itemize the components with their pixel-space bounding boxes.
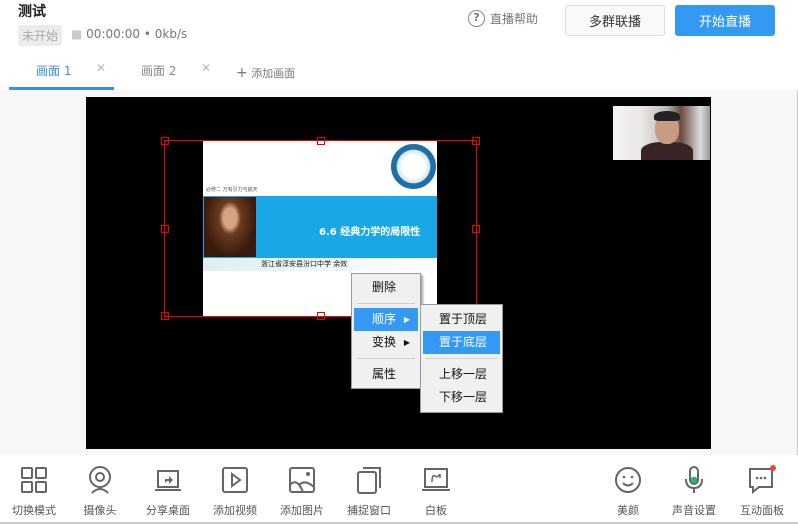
plus-icon: + bbox=[236, 65, 248, 81]
resize-handle[interactable] bbox=[161, 137, 169, 145]
bitrate: 0kb/s bbox=[154, 27, 188, 41]
whiteboard-icon bbox=[421, 465, 451, 495]
submenu-arrow-icon: ▶ bbox=[403, 338, 410, 347]
help-link[interactable]: ? 直播帮助 bbox=[468, 10, 538, 27]
switch-mode-button[interactable]: 切换模式 bbox=[2, 465, 66, 518]
add-scene-label: 添加画面 bbox=[251, 67, 296, 80]
status-line: ■ 00:00:00 • 0kb/s bbox=[71, 27, 188, 41]
resize-handle[interactable] bbox=[472, 137, 480, 145]
order-submenu: 置于顶层 置于底层 上移一层 下移一层 bbox=[420, 304, 503, 413]
tool-label: 白板 bbox=[425, 504, 447, 517]
menu-item-properties[interactable]: 属性 bbox=[354, 363, 418, 386]
page-title: 测试 bbox=[18, 4, 46, 20]
menu-item-order[interactable]: 顺序 ▶ bbox=[354, 308, 418, 331]
multi-group-broadcast-button[interactable]: 多群联播 bbox=[565, 5, 665, 36]
help-label: 直播帮助 bbox=[490, 12, 539, 26]
smile-icon bbox=[613, 465, 643, 495]
tool-label: 添加图片 bbox=[280, 504, 324, 517]
menu-item-move-down[interactable]: 下移一层 bbox=[423, 386, 500, 409]
menu-item-bring-to-front[interactable]: 置于顶层 bbox=[423, 308, 500, 331]
grid-icon bbox=[19, 465, 49, 495]
menu-item-transform[interactable]: 变换 ▶ bbox=[354, 331, 418, 354]
add-video-button[interactable]: 添加视频 bbox=[203, 465, 267, 518]
menu-item-send-to-back[interactable]: 置于底层 bbox=[423, 331, 500, 354]
selection-box[interactable] bbox=[161, 137, 480, 320]
video-icon bbox=[220, 465, 250, 495]
chat-icon bbox=[747, 465, 777, 495]
image-icon bbox=[287, 465, 317, 495]
interaction-panel-button[interactable]: 互动面板 bbox=[730, 465, 794, 518]
add-image-button[interactable]: 添加图片 bbox=[270, 465, 334, 518]
tool-label: 添加视频 bbox=[213, 504, 257, 517]
tool-label: 捕捉窗口 bbox=[347, 504, 391, 517]
resize-handle[interactable] bbox=[316, 312, 325, 320]
capture-window-button[interactable]: 捕捉窗口 bbox=[337, 465, 401, 518]
resize-handle[interactable] bbox=[161, 224, 169, 233]
camera-icon bbox=[85, 465, 115, 495]
tool-label: 互动面板 bbox=[740, 504, 784, 517]
tool-label: 美颜 bbox=[617, 504, 639, 517]
transform-label: 变换 bbox=[372, 335, 397, 349]
tab-scene-1[interactable]: 画面 1 bbox=[36, 62, 71, 79]
tool-label: 切换模式 bbox=[12, 504, 56, 517]
status-badge: 未开始 bbox=[18, 25, 63, 46]
order-label: 顺序 bbox=[372, 312, 397, 326]
close-tab-2-icon[interactable]: ✕ bbox=[201, 61, 211, 75]
resize-handle[interactable] bbox=[161, 312, 169, 320]
tab-scene-2[interactable]: 画面 2 bbox=[141, 62, 176, 79]
tool-label: 摄像头 bbox=[83, 504, 117, 517]
window-capture-icon bbox=[354, 465, 384, 495]
bottom-toolbar: 切换模式 摄像头 分享桌面 添加视频 添加图片 捕捉窗口 白板 美颜 声音设置 … bbox=[0, 455, 798, 524]
audio-settings-button[interactable]: 声音设置 bbox=[662, 465, 726, 518]
menu-item-move-up[interactable]: 上移一层 bbox=[423, 363, 500, 386]
tool-label: 声音设置 bbox=[672, 504, 716, 517]
share-screen-icon bbox=[153, 465, 183, 495]
camera-button[interactable]: 摄像头 bbox=[68, 465, 132, 518]
resize-handle[interactable] bbox=[316, 137, 325, 145]
beauty-button[interactable]: 美颜 bbox=[596, 465, 660, 518]
notification-dot bbox=[770, 465, 776, 471]
close-tab-1-icon[interactable]: ✕ bbox=[96, 61, 106, 75]
webcam-feed[interactable] bbox=[613, 106, 710, 160]
microphone-icon bbox=[679, 465, 709, 495]
question-icon: ? bbox=[468, 10, 485, 27]
add-scene-button[interactable]: + 添加画面 bbox=[236, 65, 295, 81]
resize-handle[interactable] bbox=[472, 224, 480, 233]
share-screen-button[interactable]: 分享桌面 bbox=[136, 465, 200, 518]
tool-label: 分享桌面 bbox=[146, 504, 190, 517]
context-menu: 删除 顺序 ▶ 变换 ▶ 属性 bbox=[351, 273, 421, 389]
start-live-button[interactable]: 开始直播 bbox=[675, 5, 775, 36]
menu-item-delete[interactable]: 删除 bbox=[354, 276, 418, 299]
timer: 00:00:00 bbox=[86, 27, 141, 41]
whiteboard-button[interactable]: 白板 bbox=[404, 465, 468, 518]
submenu-arrow-icon: ▶ bbox=[403, 315, 410, 324]
